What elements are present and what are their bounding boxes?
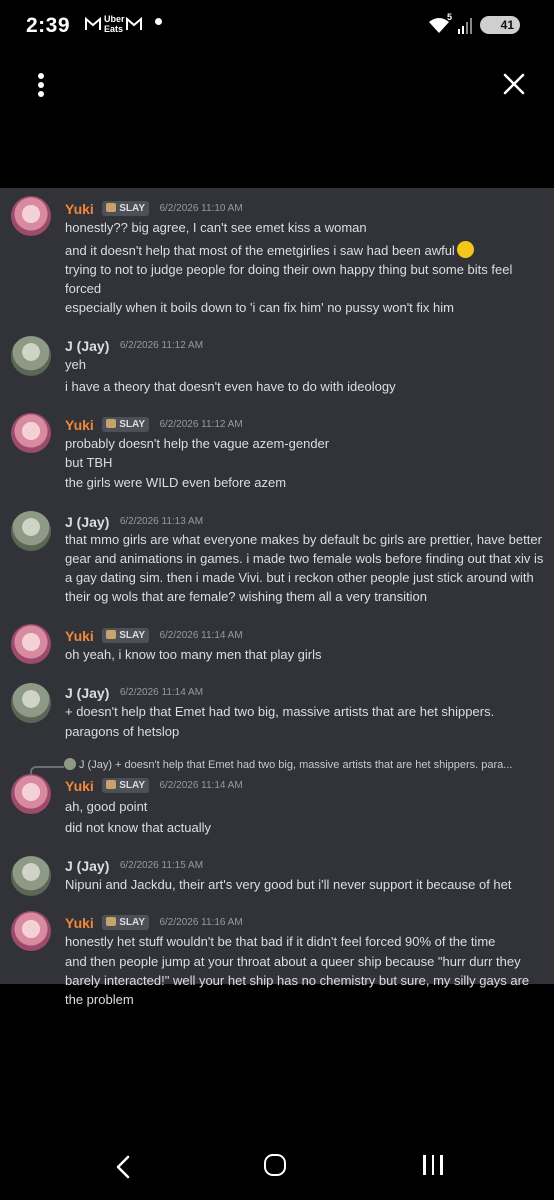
message-header: J (Jay) 6/2/2026 11:12 AM <box>65 337 203 355</box>
message-line: the girls were WILD even before azem <box>65 475 287 490</box>
server-tag: SLAY <box>102 417 150 433</box>
timestamp: 6/2/2026 11:10 AM <box>159 203 243 215</box>
server-tag: SLAY <box>102 628 150 644</box>
server-tag: SLAY <box>102 201 150 217</box>
recent-apps-icon[interactable] <box>423 1155 449 1180</box>
battery-level: 41 <box>500 18 514 32</box>
message-line: and then people jump at your throat abou… <box>65 954 530 1007</box>
author-name: Yuki <box>65 416 94 433</box>
message-line: + doesn't help that Emet had two big, ma… <box>65 704 495 719</box>
pensive-emoji-icon <box>456 241 474 258</box>
message-line: especially when it boils down to 'i can … <box>65 300 454 315</box>
tag-icon <box>106 419 117 429</box>
timestamp: 6/2/2026 11:12 AM <box>119 340 204 352</box>
author-name: Yuki <box>65 914 94 931</box>
message-header: J (Jay) 6/2/2026 11:14 AM <box>65 684 203 702</box>
message-line: Nipuni and Jackdu, their art's very good… <box>65 877 512 892</box>
timestamp: 6/2/2026 11:15 AM <box>119 860 204 872</box>
tag-icon <box>106 917 117 927</box>
message-line: that mmo girls are what everyone makes b… <box>65 532 544 604</box>
reply-preview[interactable]: J (Jay) + doesn't help that Emet had two… <box>64 758 549 771</box>
author-name: J (Jay) <box>65 513 110 530</box>
avatar-jay <box>11 336 51 376</box>
author-name: J (Jay) <box>65 857 110 874</box>
author-name: Yuki <box>65 200 94 217</box>
message-line: i have a theory that doesn't even have t… <box>65 379 396 394</box>
avatar-yuki <box>11 196 51 236</box>
signal-icon <box>458 18 472 34</box>
timestamp: 6/2/2026 11:16 AM <box>159 917 243 929</box>
timestamp: 6/2/2026 11:12 AM <box>159 419 243 431</box>
timestamp: 6/2/2026 11:13 AM <box>119 516 204 528</box>
tag-label: SLAY <box>119 917 146 929</box>
message-header: Yuki SLAY 6/2/2026 11:16 AM <box>65 914 243 932</box>
message-line: honestly?? big agree, I can't see emet k… <box>65 220 367 235</box>
avatar-yuki <box>11 413 51 453</box>
avatar-yuki <box>11 774 51 814</box>
reply-text: J (Jay) + doesn't help that Emet had two… <box>79 759 513 771</box>
gmail-icon <box>85 17 101 30</box>
back-icon[interactable] <box>113 1155 133 1179</box>
message-line: honestly het stuff wouldn't be that bad … <box>65 934 496 949</box>
message-line-text: and it doesn't help that most of the eme… <box>65 243 455 258</box>
message-line: but TBH <box>65 455 113 470</box>
timestamp: 6/2/2026 11:14 AM <box>159 780 243 792</box>
reply-avatar <box>64 758 76 770</box>
message-line: yeh <box>65 357 86 372</box>
avatar-yuki <box>11 624 51 664</box>
message-line: trying to not to judge people for doing … <box>65 262 513 296</box>
wifi-badge: 5 <box>447 12 453 22</box>
author-name: Yuki <box>65 777 94 794</box>
message-header: Yuki SLAY 6/2/2026 11:14 AM <box>65 777 243 795</box>
message-line: oh yeah, i know too many men that play g… <box>65 647 322 662</box>
avatar-jay <box>11 511 51 551</box>
home-icon[interactable] <box>264 1154 286 1176</box>
message-header: J (Jay) 6/2/2026 11:15 AM <box>65 857 203 875</box>
server-tag: SLAY <box>102 915 150 931</box>
avatar-jay <box>11 683 51 723</box>
eats-text: Eats <box>104 24 124 34</box>
message-line: did not know that actually <box>65 820 211 835</box>
avatar-jay <box>11 856 51 896</box>
tag-label: SLAY <box>119 630 146 642</box>
more-options-icon[interactable] <box>30 70 52 102</box>
tag-label: SLAY <box>119 780 146 792</box>
message-line: paragons of hetslop <box>65 724 180 739</box>
message-line: probably doesn't help the vague azem-gen… <box>65 436 330 451</box>
tag-label: SLAY <box>119 419 146 431</box>
author-name: J (Jay) <box>65 337 110 354</box>
tag-icon <box>106 630 117 640</box>
uber-text: Uber <box>104 14 125 24</box>
clock: 2:39 <box>26 14 71 37</box>
server-tag: SLAY <box>102 778 150 794</box>
message-line: ah, good point <box>65 799 148 814</box>
author-name: Yuki <box>65 627 94 644</box>
tag-icon <box>106 780 117 790</box>
author-name: J (Jay) <box>65 684 110 701</box>
message-header: Yuki SLAY 6/2/2026 11:12 AM <box>65 416 243 434</box>
status-bar: 2:39 Uber Eats 5 41 <box>0 0 554 52</box>
close-icon[interactable] <box>496 66 532 102</box>
message-header: Yuki SLAY 6/2/2026 11:14 AM <box>65 627 243 645</box>
message-header: J (Jay) 6/2/2026 11:13 AM <box>65 513 203 531</box>
uber-eats-icon: Uber Eats <box>104 14 125 34</box>
avatar-yuki <box>11 911 51 951</box>
message-header: Yuki SLAY 6/2/2026 11:10 AM <box>65 200 243 218</box>
message-line: and it doesn't help that most of the eme… <box>65 241 545 260</box>
gmail-icon-2 <box>126 17 142 30</box>
tag-label: SLAY <box>119 203 146 215</box>
timestamp: 6/2/2026 11:14 AM <box>119 687 204 699</box>
battery-indicator: 41 <box>480 16 520 34</box>
timestamp: 6/2/2026 11:14 AM <box>159 630 243 642</box>
notification-dot-icon <box>155 18 162 25</box>
tag-icon <box>106 203 117 213</box>
